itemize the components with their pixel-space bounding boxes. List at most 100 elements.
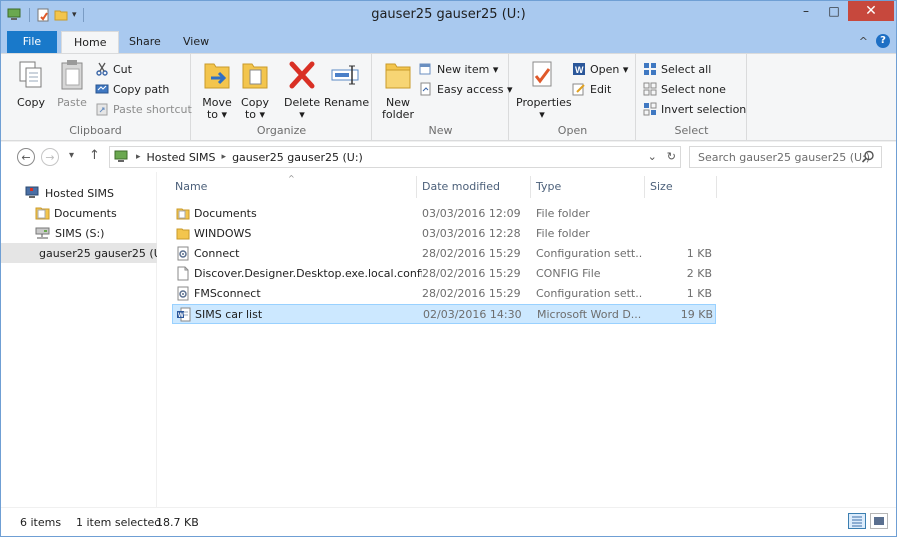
forward-button[interactable]: →: [41, 148, 59, 166]
column-divider[interactable]: [416, 176, 417, 198]
invert-selection-icon: [643, 102, 657, 116]
easy-access-icon: [420, 82, 431, 96]
cut-button[interactable]: Cut: [95, 60, 132, 78]
new-item-button[interactable]: New item ▾: [419, 60, 498, 78]
tab-file[interactable]: File: [7, 31, 57, 53]
copy-button[interactable]: Copy: [13, 58, 49, 109]
file-row[interactable]: FMSconnect 28/02/2016 15:29 Configuratio…: [172, 284, 716, 304]
column-header-date[interactable]: Date modified: [422, 180, 500, 193]
column-header-size[interactable]: Size: [650, 180, 673, 193]
file-row-selected[interactable]: W SIMS car list 02/03/2016 14:30 Microso…: [172, 304, 716, 324]
new-folder-button[interactable]: New folder: [381, 58, 415, 121]
tab-share[interactable]: Share: [117, 31, 173, 53]
folder-icon: [176, 228, 190, 240]
file-type: File folder: [536, 207, 590, 220]
open-group-label: Open: [557, 124, 588, 137]
paste-label: Paste: [57, 96, 87, 109]
address-field[interactable]: ▸ Hosted SIMS ▸ gauser25 gauser25 (U:) ⌄…: [109, 146, 681, 168]
collapse-ribbon-icon[interactable]: ^: [859, 35, 868, 48]
select-none-icon: [643, 82, 657, 96]
close-button[interactable]: ✕: [848, 1, 894, 21]
nav-item-user-drive[interactable]: gauser25 gauser25 (U:): [1, 243, 157, 263]
nav-item-documents[interactable]: Documents: [1, 203, 157, 223]
network-drive-icon: [35, 227, 50, 239]
minimize-button[interactable]: –: [792, 1, 820, 21]
up-button[interactable]: ↑: [89, 148, 100, 163]
group-new: New folder New item ▾ Easy access ▾ New: [373, 54, 513, 140]
easy-access-button[interactable]: Easy access ▾: [419, 80, 513, 98]
search-icon[interactable]: [861, 150, 875, 164]
copy-path-label: Copy path: [113, 82, 170, 96]
paste-button[interactable]: Paste: [55, 58, 89, 109]
invert-selection-label: Invert selection: [661, 102, 747, 116]
sort-indicator-icon: ^: [288, 174, 295, 183]
recent-locations-button[interactable]: ▾: [69, 150, 74, 161]
svg-text:W: W: [178, 313, 184, 319]
invert-selection-button[interactable]: Invert selection: [643, 100, 746, 118]
new-folder-label-2: folder: [382, 108, 414, 121]
tab-home[interactable]: Home: [61, 31, 120, 53]
file-list: ^ Name Date modified Type Size Documents…: [158, 172, 896, 507]
nav-item-label: gauser25 gauser25 (U:): [39, 246, 157, 260]
rename-icon: [331, 65, 359, 85]
breadcrumb-separator[interactable]: ▸: [136, 152, 141, 162]
details-view-button[interactable]: [848, 513, 866, 529]
breadcrumb-user-drive[interactable]: gauser25 gauser25 (U:): [232, 151, 363, 164]
nav-item-sims-drive[interactable]: SIMS (S:): [1, 223, 157, 243]
breadcrumb-separator[interactable]: ▸: [222, 152, 227, 162]
select-none-button[interactable]: Select none: [643, 80, 726, 98]
word-icon: W: [573, 63, 585, 75]
file-date: 03/03/2016 12:09: [422, 207, 521, 220]
delete-button[interactable]: Delete ▾: [284, 58, 320, 121]
select-all-button[interactable]: Select all: [643, 60, 711, 78]
file-row[interactable]: Documents 03/03/2016 12:09 File folder: [172, 204, 716, 224]
title-bar: ▾ gauser25 gauser25 (U:) – □ ✕: [1, 1, 896, 31]
column-divider[interactable]: [644, 176, 645, 198]
back-button[interactable]: ←: [17, 148, 35, 166]
copy-to-label-2: to ▾: [244, 108, 266, 121]
paste-shortcut-button[interactable]: Paste shortcut: [95, 100, 192, 118]
file-row[interactable]: WINDOWS 03/03/2016 12:28 File folder: [172, 224, 716, 244]
clipboard-group-label: Clipboard: [69, 124, 122, 137]
breadcrumb-hosted-sims[interactable]: Hosted SIMS: [147, 151, 216, 164]
delete-icon: [289, 61, 315, 89]
column-header-name[interactable]: Name: [175, 180, 207, 193]
file-row[interactable]: Discover.Designer.Desktop.exe.local.conf…: [172, 264, 716, 284]
select-all-label: Select all: [661, 62, 712, 76]
group-organize: Move to ▾ Copy to ▾ Delete ▾ Rename Orga…: [192, 54, 372, 140]
move-to-icon: [204, 63, 230, 89]
properties-button[interactable]: Properties ▾: [516, 58, 572, 121]
edit-button[interactable]: Edit: [572, 80, 611, 98]
network-computer-icon: [25, 186, 39, 198]
rename-button[interactable]: Rename: [324, 58, 369, 109]
nav-item-label: SIMS (S:): [55, 226, 105, 240]
select-none-label: Select none: [661, 82, 726, 96]
help-icon[interactable]: ?: [876, 34, 890, 48]
move-to-button[interactable]: Move to ▾: [200, 58, 234, 121]
column-divider[interactable]: [530, 176, 531, 198]
refresh-button[interactable]: ↻: [667, 150, 676, 163]
status-bar: 6 items 1 item selected 18.7 KB: [1, 507, 896, 536]
file-name: FMSconnect: [194, 287, 261, 300]
large-icons-view-icon: [874, 517, 884, 525]
large-icons-view-button[interactable]: [870, 513, 888, 529]
new-folder-icon: [385, 63, 411, 89]
tab-view[interactable]: View: [171, 31, 221, 53]
file-date: 28/02/2016 15:29: [422, 287, 521, 300]
properties-arrow: ▾: [539, 108, 545, 121]
copy-label: Copy: [17, 96, 45, 109]
maximize-button[interactable]: □: [820, 1, 848, 21]
copy-path-button[interactable]: Copy path: [95, 80, 169, 98]
file-row[interactable]: Connect 28/02/2016 15:29 Configuration s…: [172, 244, 716, 264]
window-controls: – □ ✕: [792, 1, 894, 21]
nav-item-hosted-sims[interactable]: Hosted SIMS: [1, 183, 157, 203]
search-box[interactable]: Search gauser25 gauser25 (U:): [689, 146, 882, 168]
column-divider[interactable]: [716, 176, 717, 198]
copy-to-button[interactable]: Copy to ▾: [238, 58, 272, 121]
open-button[interactable]: W Open ▾: [572, 60, 628, 78]
new-group-label: New: [428, 124, 453, 137]
address-dropdown-button[interactable]: ⌄: [648, 150, 657, 163]
file-name: Connect: [194, 247, 240, 260]
group-open: Properties ▾ W Open ▾ Edit Open: [510, 54, 636, 140]
column-header-type[interactable]: Type: [536, 180, 561, 193]
